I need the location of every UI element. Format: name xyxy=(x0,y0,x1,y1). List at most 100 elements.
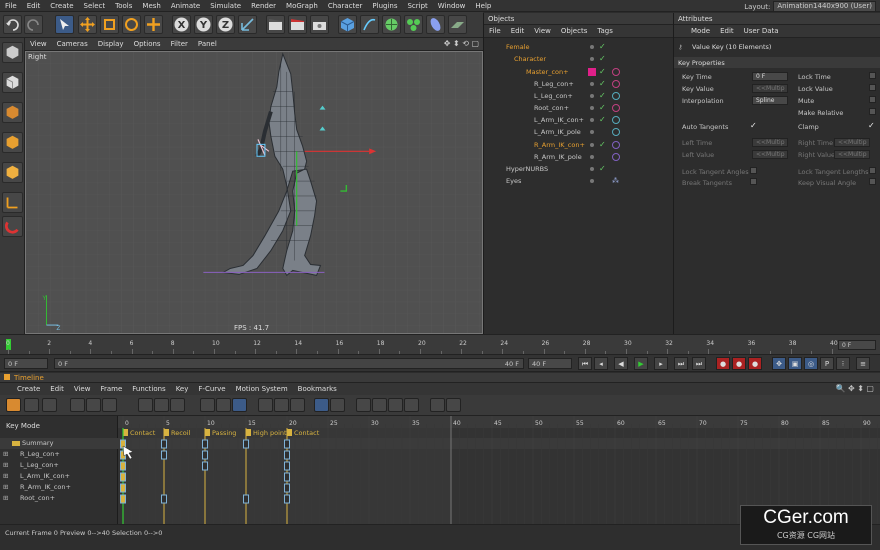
ruler-end-field[interactable]: 0 F xyxy=(838,340,876,350)
keyframe[interactable] xyxy=(120,472,126,482)
keyframe[interactable] xyxy=(202,450,208,460)
spline-interp-button[interactable] xyxy=(232,398,247,412)
menu-plugins[interactable]: Plugins xyxy=(367,0,402,12)
visibility-dot[interactable] xyxy=(590,179,594,183)
next-key-button[interactable]: ⏭ xyxy=(674,357,688,370)
marker-flag[interactable] xyxy=(287,429,292,436)
key-value-field[interactable]: <<Multip xyxy=(752,84,788,93)
record-pla-button[interactable]: ⁝ xyxy=(836,357,850,370)
visibility-dot[interactable] xyxy=(590,45,594,49)
check-icon[interactable]: ✓ xyxy=(599,78,606,90)
menu-render[interactable]: Render xyxy=(246,0,281,12)
marker-flag[interactable] xyxy=(205,429,210,436)
tag-icon[interactable] xyxy=(612,153,620,161)
tag-icon[interactable] xyxy=(612,68,620,76)
check-icon[interactable]: ✓ xyxy=(599,163,606,175)
break-tangents-checkbox[interactable] xyxy=(750,178,757,185)
marker-flag[interactable] xyxy=(246,429,251,436)
menu-script[interactable]: Script xyxy=(402,0,432,12)
object-row-root[interactable]: Root_con+ ✓ xyxy=(484,102,674,114)
key-mute-button[interactable] xyxy=(388,398,403,412)
record-scale-button[interactable]: ▣ xyxy=(788,357,802,370)
object-row-l-arm-ik[interactable]: L_Arm_IK_con+ ✓ xyxy=(484,114,674,126)
check-icon[interactable]: ✓ xyxy=(599,90,606,102)
menu-simulate[interactable]: Simulate xyxy=(205,0,246,12)
object-row-female[interactable]: Female ✓ xyxy=(484,41,674,53)
keyframe[interactable] xyxy=(120,483,126,493)
ease-out-button[interactable] xyxy=(274,398,289,412)
mute-checkbox[interactable] xyxy=(869,96,876,103)
menu-tools[interactable]: Tools xyxy=(110,0,137,12)
menu-mograph[interactable]: MoGraph xyxy=(281,0,323,12)
frame-preview-button[interactable] xyxy=(102,398,117,412)
keyframe[interactable] xyxy=(284,450,290,460)
x-axis-button[interactable]: X xyxy=(172,15,191,34)
deformer-button[interactable] xyxy=(426,15,445,34)
layout-selector[interactable]: Layout: Animation1440x900 (User) xyxy=(744,1,876,12)
frame-selected-button[interactable] xyxy=(86,398,101,412)
object-row-master[interactable]: Master_con+ ✓ xyxy=(484,66,674,78)
track-l-arm-ik[interactable]: ⊞ L_Arm_IK_con+ xyxy=(0,471,118,482)
menu-animate[interactable]: Animate xyxy=(166,0,205,12)
tweak-mode-button[interactable] xyxy=(2,216,23,237)
keep-visual-angle-checkbox[interactable] xyxy=(869,178,876,185)
keyframe-selection-button[interactable]: ● xyxy=(748,357,762,370)
tag-icon[interactable] xyxy=(612,128,620,136)
check-icon[interactable]: ✓ xyxy=(599,114,606,126)
y-axis-button[interactable]: Y xyxy=(194,15,213,34)
next-frame-button[interactable]: ▸ xyxy=(654,357,668,370)
visibility-dot[interactable] xyxy=(590,155,594,159)
objects-menu-view[interactable]: View xyxy=(529,25,556,38)
key-time-field[interactable]: 0 F xyxy=(752,72,788,81)
timeline-menu-create[interactable]: Create xyxy=(12,383,45,395)
object-row-hypernurbs[interactable]: HyperNURBS ✓ xyxy=(484,163,674,175)
keyframe[interactable] xyxy=(202,461,208,471)
add-key-button[interactable] xyxy=(138,398,153,412)
track-root[interactable]: ⊞ Root_con+ xyxy=(0,493,118,504)
viewport-menu-view[interactable]: View xyxy=(25,38,52,51)
render-view-button[interactable] xyxy=(266,15,285,34)
lock-tangent-angles-checkbox[interactable] xyxy=(750,167,757,174)
tag-icon[interactable] xyxy=(612,141,620,149)
render-picture-viewer-button[interactable] xyxy=(288,15,307,34)
rotate-tool-button[interactable] xyxy=(122,15,141,34)
menu-file[interactable]: File xyxy=(0,0,22,12)
keyframe[interactable] xyxy=(284,483,290,493)
polygons-mode-button[interactable] xyxy=(2,162,23,183)
track-r-leg[interactable]: ⊞ R_Leg_con+ xyxy=(0,449,118,460)
expand-icon[interactable]: ⊞ xyxy=(3,493,8,504)
coordinate-system-button[interactable] xyxy=(238,15,257,34)
menu-edit[interactable]: Edit xyxy=(22,0,46,12)
track-summary[interactable]: Summary xyxy=(0,438,118,449)
expand-icon[interactable]: ⊞ xyxy=(3,449,8,460)
timeline-menu-motion-system[interactable]: Motion System xyxy=(231,383,293,395)
texture-mode-button[interactable] xyxy=(2,72,23,93)
check-icon[interactable]: ✓ xyxy=(599,41,606,53)
visibility-dot[interactable] xyxy=(590,118,594,122)
viewport-menu-filter[interactable]: Filter xyxy=(166,38,193,51)
key-break-button[interactable] xyxy=(404,398,419,412)
viewport-menu-display[interactable]: Display xyxy=(93,38,129,51)
subdivision-button[interactable] xyxy=(382,15,401,34)
snap-button[interactable] xyxy=(330,398,345,412)
texture-tag-icon[interactable]: ⁂ xyxy=(612,175,619,187)
marker-label[interactable]: Passing xyxy=(212,429,236,437)
ripple-edit-button[interactable] xyxy=(314,398,329,412)
keyframe[interactable] xyxy=(202,439,208,449)
timeline-menu-bookmarks[interactable]: Bookmarks xyxy=(293,383,342,395)
play-button[interactable]: ▶ xyxy=(634,357,648,370)
auto-tangents-checkbox[interactable]: ✓ xyxy=(750,121,757,130)
undo-button[interactable] xyxy=(3,15,22,34)
visibility-dot[interactable] xyxy=(590,94,594,98)
lock-value-checkbox[interactable] xyxy=(869,84,876,91)
viewport-menu-options[interactable]: Options xyxy=(129,38,166,51)
make-editable-button[interactable] xyxy=(2,42,23,63)
object-row-l-leg[interactable]: L_Leg_con+ ✓ xyxy=(484,90,674,102)
step-interp-button[interactable] xyxy=(216,398,231,412)
scale-tool-button[interactable] xyxy=(100,15,119,34)
edges-mode-button[interactable] xyxy=(2,132,23,153)
keyframe[interactable] xyxy=(161,450,167,460)
keyframe[interactable] xyxy=(161,494,167,504)
key-reduction-button[interactable] xyxy=(356,398,371,412)
objects-menu-file[interactable]: File xyxy=(484,25,506,38)
